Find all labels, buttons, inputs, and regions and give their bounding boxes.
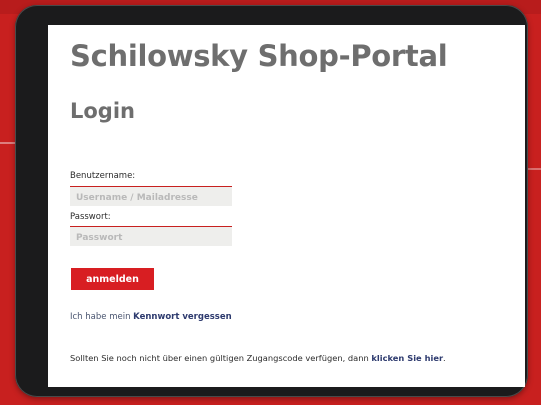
- forgot-password-link[interactable]: Kennwort vergessen: [133, 312, 232, 322]
- login-button[interactable]: anmelden: [71, 268, 154, 290]
- register-link[interactable]: klicken Sie hier: [371, 353, 443, 363]
- register-suffix: .: [443, 353, 446, 363]
- shop-title: Schilowsky Shop-Portal: [70, 39, 448, 73]
- forgot-password-prefix: Ich habe mein: [70, 312, 134, 322]
- register-line: Sollten Sie noch nicht über einen gültig…: [70, 353, 446, 363]
- forgot-password-line: Ich habe mein Kennwort vergessen: [70, 312, 232, 322]
- password-input[interactable]: [70, 226, 232, 246]
- login-heading: Login: [70, 99, 135, 123]
- register-prefix: Sollten Sie noch nicht über einen gültig…: [70, 353, 372, 363]
- username-label: Benutzername:: [70, 171, 136, 181]
- password-label: Passwort:: [70, 212, 111, 222]
- username-input[interactable]: [70, 186, 232, 206]
- tablet-frame: Schilowsky Shop-Portal Login Benutzernam…: [15, 5, 528, 397]
- tablet-screen: Schilowsky Shop-Portal Login Benutzernam…: [48, 25, 525, 387]
